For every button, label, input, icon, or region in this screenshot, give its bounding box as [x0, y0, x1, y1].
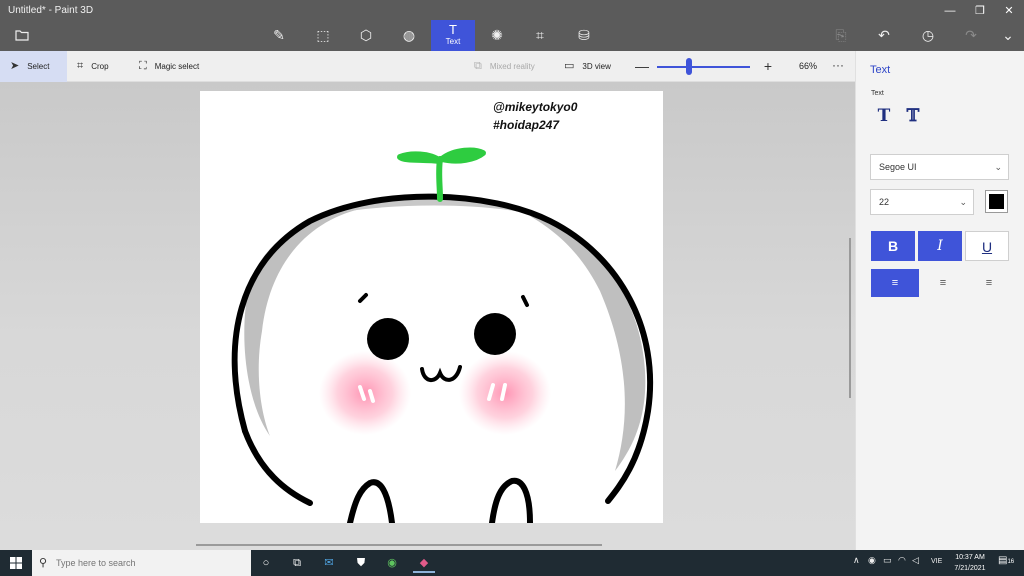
font-size-value: 22: [879, 197, 890, 207]
horizontal-scrollbar[interactable]: [196, 544, 602, 546]
cortana-icon[interactable]: ○: [255, 553, 277, 573]
clock-time: 10:37 AM: [955, 554, 985, 561]
text-tool-button[interactable]: T Text: [431, 20, 475, 51]
chevron-down-icon: ⌄: [959, 197, 967, 207]
app-tray-icon[interactable]: ◉: [868, 555, 876, 566]
magic-select-button[interactable]: ⛶ Magic select: [139, 51, 199, 82]
chrome-icon[interactable]: ◉: [381, 553, 403, 573]
zoom-level: 66%: [799, 61, 818, 71]
align-right-button[interactable]: ≡: [965, 269, 1013, 297]
zoom-out-button[interactable]: —: [634, 58, 650, 74]
cursor-icon: ➤: [10, 60, 20, 72]
canvas-icon[interactable]: ⌗: [527, 22, 553, 48]
clock-date: 7/21/2021: [954, 565, 986, 572]
align-left-button[interactable]: ≡: [871, 269, 919, 297]
magic-select-icon: ⛶: [139, 60, 147, 72]
window-title: Untitled* - Paint 3D: [8, 5, 94, 16]
paint-3d-icon[interactable]: ◆: [413, 553, 435, 573]
3d-view-label: 3D view: [582, 62, 611, 71]
folder-icon[interactable]: [9, 22, 35, 48]
more-options-button[interactable]: ···: [832, 58, 844, 72]
mixed-reality-button[interactable]: ⧉ Mixed reality: [474, 51, 535, 82]
restore-button[interactable]: ❐: [965, 2, 995, 20]
close-button[interactable]: ✕: [994, 2, 1024, 20]
redo-icon[interactable]: ↷: [958, 22, 984, 48]
volume-icon[interactable]: ◁: [912, 555, 919, 566]
panel-title: Text: [870, 64, 891, 76]
font-size-dropdown[interactable]: 22 ⌄: [870, 189, 974, 215]
text-icon: T: [449, 22, 457, 37]
mixed-reality-label: Mixed reality: [489, 62, 535, 71]
crop-label: Crop: [91, 62, 109, 71]
notification-count: 16: [1007, 559, 1015, 565]
paste-icon[interactable]: ⎘: [828, 22, 854, 48]
3d-library-icon[interactable]: ⛁: [571, 22, 597, 48]
crop-button[interactable]: ⌗ Crop: [77, 51, 109, 82]
tray-chevron-icon[interactable]: ∧: [853, 555, 860, 566]
2d-shapes-icon[interactable]: ⬚: [310, 22, 336, 48]
undo-icon[interactable]: ↶: [871, 22, 897, 48]
3d-view-icon: ▭: [564, 60, 575, 72]
brush-icon[interactable]: ✎: [266, 22, 292, 48]
crop-icon: ⌗: [77, 60, 84, 72]
align-center-button[interactable]: ≡: [919, 269, 967, 297]
title-toolbar: Untitled* - Paint 3D — ❐ ✕ ✎ ⬚ ⬡ ◍ T Tex…: [0, 0, 1024, 51]
font-family-dropdown[interactable]: Segoe UI ⌄: [870, 154, 1009, 180]
3d-view-button[interactable]: ▭ 3D view: [564, 51, 611, 82]
2d-text-button[interactable]: T: [873, 106, 895, 128]
store-icon[interactable]: ⛊: [350, 553, 372, 573]
taskbar-search[interactable]: ⚲: [32, 550, 251, 576]
text-color-swatch: [989, 194, 1004, 209]
windows-start-icon[interactable]: [0, 550, 32, 576]
taskbar-clock[interactable]: 10:37 AM 7/21/2021: [951, 552, 989, 574]
stickers-icon[interactable]: ◍: [396, 22, 422, 48]
search-input[interactable]: [56, 554, 246, 572]
chevron-down-icon[interactable]: ⌄: [995, 22, 1021, 48]
font-family-value: Segoe UI: [879, 162, 917, 172]
drawing-canvas[interactable]: @mikeytokyo0 #hoidap247: [200, 91, 663, 523]
zoom-in-button[interactable]: +: [760, 58, 776, 74]
italic-button[interactable]: I: [918, 231, 962, 261]
3d-text-button[interactable]: 𝕋: [902, 106, 924, 128]
battery-icon[interactable]: ▭: [883, 555, 892, 566]
bold-button[interactable]: B: [871, 231, 915, 261]
wifi-icon[interactable]: ◠: [898, 555, 906, 566]
minimize-button[interactable]: —: [935, 2, 965, 20]
windows-taskbar: ⚲ ○ ⧉ ✉ ⛊ ◉ ◆ ∧ ◉ ▭ ◠ ◁ VIE 10:37 AM 7/2…: [0, 550, 1024, 576]
mail-icon[interactable]: ✉: [318, 553, 340, 573]
select-label: Select: [27, 62, 50, 71]
language-indicator[interactable]: VIE: [931, 558, 942, 565]
3d-shapes-icon[interactable]: ⬡: [353, 22, 379, 48]
text-side-panel: Text Text T 𝕋 Segoe UI ⌄ 22 ⌄ B I U ≡ ≡ …: [855, 51, 1024, 550]
zoom-slider-thumb[interactable]: [686, 58, 692, 75]
text-tool-label: Text: [445, 37, 461, 46]
zoom-slider-track[interactable]: [657, 66, 750, 68]
search-icon: ⚲: [39, 557, 48, 569]
vertical-scrollbar[interactable]: [849, 238, 851, 398]
select-button[interactable]: ➤ Select: [0, 51, 67, 82]
magic-select-label: Magic select: [154, 62, 200, 71]
canvas-text-handle[interactable]: @mikeytokyo0: [493, 100, 577, 114]
history-icon[interactable]: ◷: [915, 22, 941, 48]
canvas-text-hashtag[interactable]: #hoidap247: [493, 118, 559, 132]
effects-icon[interactable]: ✺: [484, 22, 510, 48]
task-view-icon[interactable]: ⧉: [286, 553, 308, 573]
mixed-reality-icon: ⧉: [474, 60, 482, 72]
notification-icon[interactable]: ▤16: [998, 555, 1014, 566]
text-color-picker[interactable]: [985, 190, 1008, 213]
underline-button[interactable]: U: [965, 231, 1009, 261]
character-drawing: [231, 147, 654, 523]
chevron-down-icon: ⌄: [994, 162, 1002, 172]
panel-subtitle: Text: [871, 90, 884, 97]
